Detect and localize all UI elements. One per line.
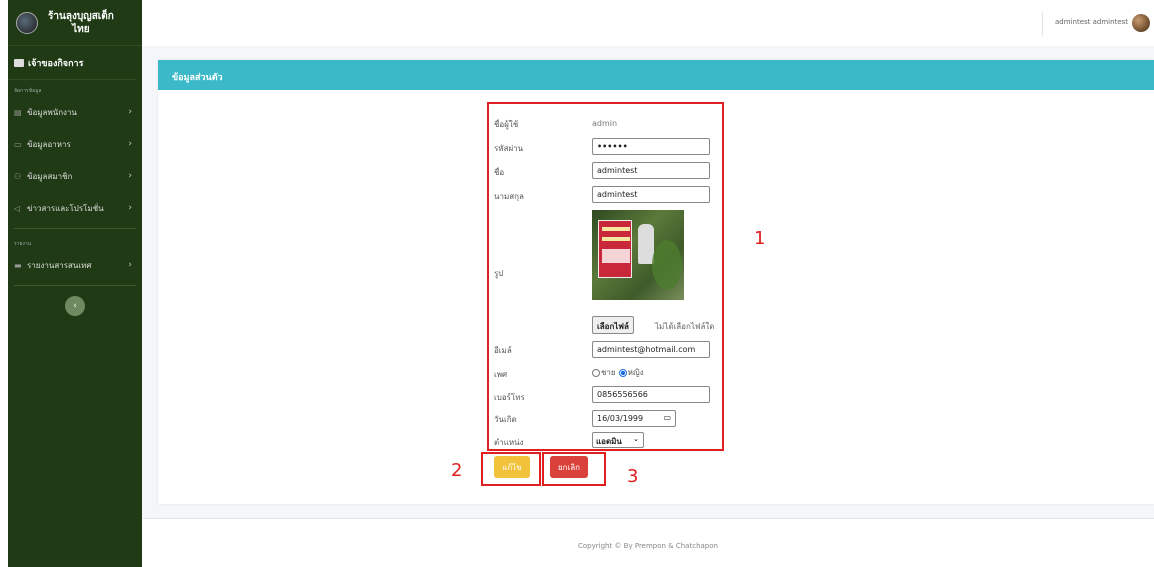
chevron-right-icon: › [128, 260, 132, 270]
annotation-number-1: 1 [754, 228, 766, 249]
id-card-icon [14, 58, 24, 67]
annotation-box-edit [481, 452, 541, 486]
folder-icon: ▬ [14, 260, 22, 270]
sidebar-item-members[interactable]: ⚇ ข้อมูลสมาชิก › [8, 160, 142, 192]
owner-label: เจ้าของกิจการ [28, 58, 84, 69]
brand-logo [16, 11, 38, 34]
brand[interactable]: ร้านลุงบุญสเต็ก ไทย [8, 0, 142, 46]
chevron-left-icon: ‹ [73, 301, 77, 311]
sidebar-item-employees[interactable]: ▤ ข้อมูลพนักงาน › [8, 96, 142, 128]
sidebar-owner[interactable]: เจ้าของกิจการ [8, 46, 136, 80]
sidebar-item-label: ข้อมูลพนักงาน [27, 107, 77, 117]
chevron-right-icon: › [128, 107, 132, 117]
topbar: admintest admintest [142, 0, 1154, 46]
sidebar-collapse-button[interactable]: ‹ [65, 296, 85, 316]
sidebar-item-label: ข่าวสารและโปรโมชั่น [27, 203, 104, 213]
user-name[interactable]: admintest admintest [1055, 18, 1128, 26]
annotation-number-2: 2 [451, 460, 463, 481]
id-card-icon: ▤ [14, 107, 22, 117]
brand-name: ร้านลุงบุญสเต็ก ไทย [48, 10, 114, 36]
megaphone-icon: ◁ [14, 203, 21, 213]
sidebar-item-food[interactable]: ▭ ข้อมูลอาหาร › [8, 128, 142, 160]
chevron-right-icon: › [128, 139, 132, 149]
topbar-separator [1042, 12, 1043, 36]
copyright-text: Copyright © By Prempon & Chatchapon [578, 542, 718, 550]
brand-name-line1: ร้านลุงบุญสเต็ก [48, 10, 114, 22]
brand-name-line2: ไทย [72, 23, 90, 35]
annotation-number-3: 3 [627, 466, 639, 487]
sidebar-item-reports[interactable]: ▬ รายงานสารสนเทศ › [8, 249, 142, 281]
members-icon: ⚇ [14, 171, 22, 181]
sidebar-item-news[interactable]: ◁ ข่าวสารและโปรโมชั่น › [8, 192, 142, 224]
sidebar-item-label: รายงานสารสนเทศ [27, 260, 92, 270]
divider [14, 228, 136, 229]
divider [14, 285, 136, 286]
sidebar: ร้านลุงบุญสเต็ก ไทย เจ้าของกิจการ จัดการ… [8, 0, 142, 567]
chevron-right-icon: › [128, 203, 132, 213]
section-label-manage: จัดการข้อมูล [14, 88, 42, 94]
sidebar-item-label: ข้อมูลสมาชิก [27, 171, 73, 181]
card-title: ข้อมูลส่วนตัว [158, 60, 1154, 90]
annotation-box-cancel [542, 452, 606, 486]
food-icon: ▭ [14, 139, 22, 149]
chevron-right-icon: › [128, 171, 132, 181]
sidebar-item-label: ข้อมูลอาหาร [27, 139, 71, 149]
avatar[interactable] [1132, 14, 1150, 32]
section-label-reports: รายงาน [14, 241, 32, 247]
annotation-box-form [487, 102, 724, 451]
footer: Copyright © By Prempon & Chatchapon [142, 518, 1154, 567]
